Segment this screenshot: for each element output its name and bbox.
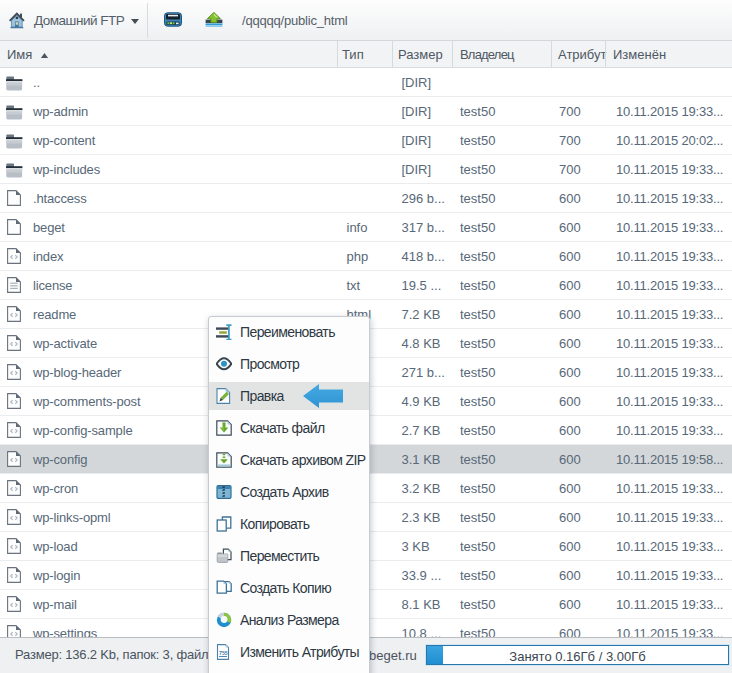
svg-text:755: 755 (219, 650, 228, 656)
